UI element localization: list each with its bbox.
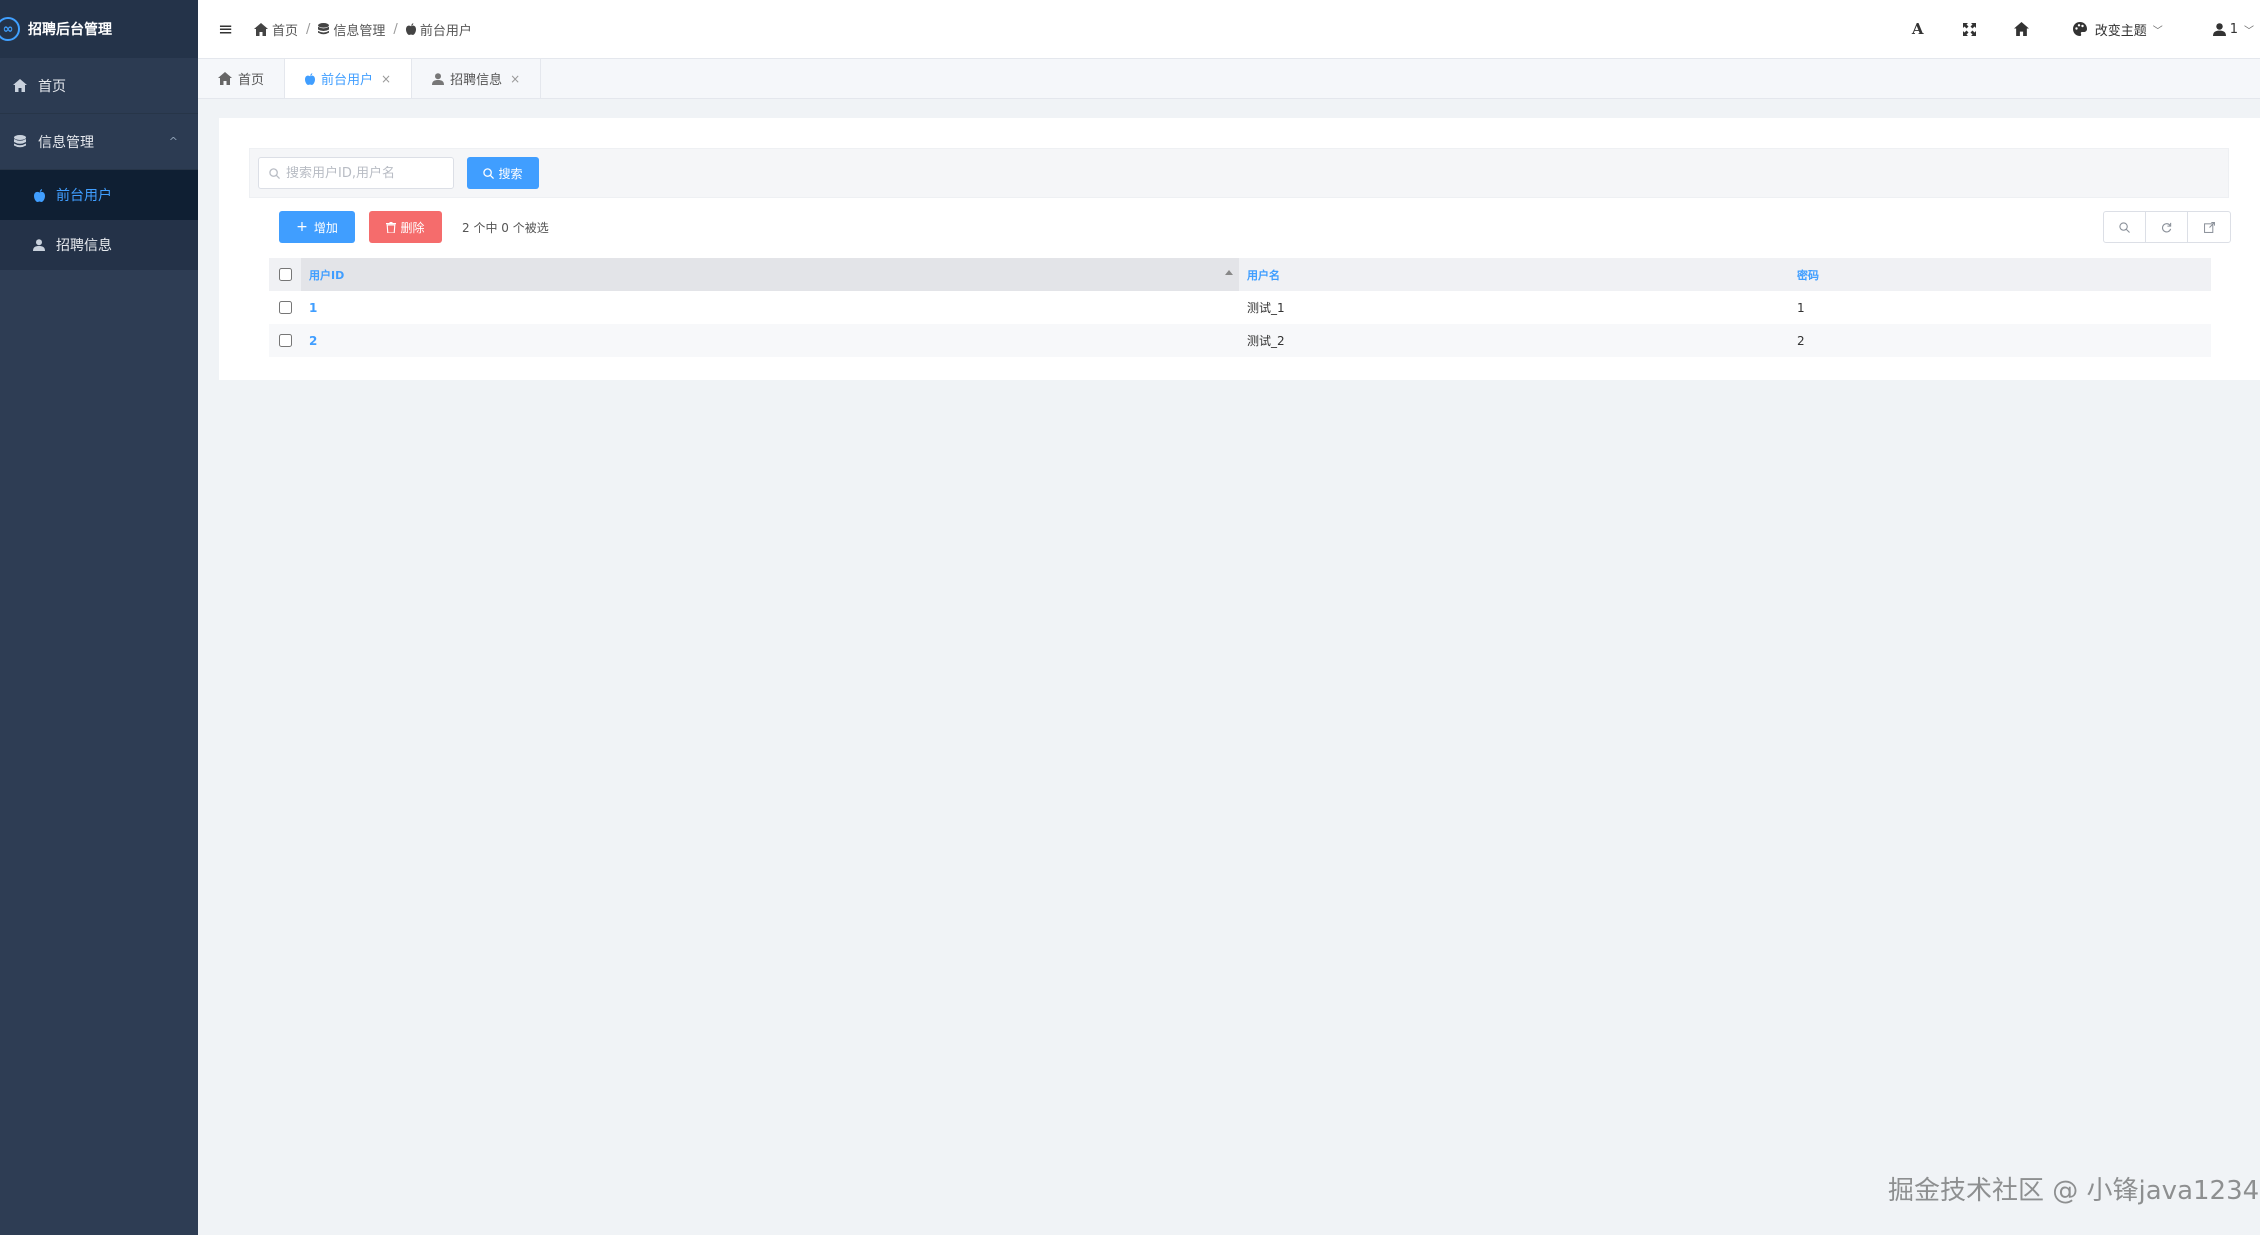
table-header-row: 用户ID 用户名 密码 (269, 258, 2211, 291)
sidebar-item-label: 首页 (38, 78, 66, 95)
column-header-password[interactable]: 密码 (1789, 258, 2211, 291)
tab-recruit-info[interactable]: 招聘信息 × (412, 59, 542, 98)
column-header-user-id[interactable]: 用户ID (301, 258, 1239, 291)
watermark-text: 掘金技术社区 @ 小锋java1234 (1888, 1176, 2260, 1206)
tab-bar: 首页 前台用户 × 招聘信息 × (198, 59, 2260, 99)
brand: ∞ 招聘后台管理 (0, 0, 198, 58)
close-icon[interactable]: × (510, 72, 520, 86)
sidebar-item-label: 招聘信息 (56, 238, 112, 254)
breadcrumb-item-home[interactable]: 首页 (254, 20, 298, 39)
sidebar-item-label: 前台用户 (56, 188, 112, 204)
chevron-down-icon: ﹀ (2244, 25, 2254, 37)
home-icon (254, 22, 268, 36)
row-select-cell (269, 334, 301, 347)
search-input[interactable] (286, 165, 446, 181)
table-tools (2103, 211, 2231, 243)
search-bar: 搜索 (249, 148, 2229, 198)
infinity-logo-icon: ∞ (0, 17, 20, 41)
palette-icon (2072, 22, 2087, 36)
user-id-link[interactable]: 2 (309, 334, 317, 348)
sort-asc-icon (1225, 270, 1233, 275)
top-header: ≡ 首页 / 信息管理 / 前台用户 A 改变主题 ﹀ 1 ﹀ (198, 0, 2260, 59)
export-button[interactable] (2188, 212, 2230, 242)
chevron-down-icon: ﹀ (2152, 25, 2163, 37)
export-icon (2203, 221, 2215, 233)
change-theme-dropdown[interactable]: 改变主题 ﹀ (2072, 9, 2163, 49)
fullscreen-icon (1963, 22, 1977, 36)
user-dropdown[interactable]: 1 ﹀ (2212, 9, 2254, 49)
cell-username: 测试_1 (1247, 301, 1285, 315)
tab-label: 前台用户 (321, 73, 374, 88)
user-icon (2212, 22, 2226, 36)
row-checkbox[interactable] (278, 301, 292, 314)
home-icon (2014, 22, 2030, 36)
user-id-link[interactable]: 1 (309, 301, 317, 315)
search-icon (2119, 221, 2130, 233)
select-all-checkbox[interactable] (278, 268, 292, 281)
plus-icon: + (296, 219, 308, 235)
refresh-icon (2162, 222, 2172, 232)
fullscreen-button[interactable] (1959, 9, 1981, 49)
table-toolbar: + 增加 删除 2 个中 0 个被选 (279, 210, 2239, 244)
breadcrumb-item-info-management[interactable]: 信息管理 (318, 20, 385, 39)
trash-icon (386, 221, 397, 233)
apple-icon (305, 72, 316, 85)
close-icon[interactable]: × (381, 72, 391, 86)
app-title: 招聘后台管理 (28, 22, 112, 38)
table-row[interactable]: 1 测试_1 1 (269, 291, 2211, 324)
breadcrumb-separator: / (306, 21, 311, 37)
submenu-info-management: 前台用户 招聘信息 (0, 170, 198, 270)
theme-label: 改变主题 (2094, 23, 2147, 39)
home-icon (218, 72, 232, 85)
delete-button[interactable]: 删除 (369, 211, 442, 243)
home-icon (12, 78, 28, 94)
font-size-button[interactable]: A (1907, 9, 1929, 49)
database-icon (12, 134, 28, 150)
column-header-username[interactable]: 用户名 (1239, 258, 1789, 291)
toggle-search-button[interactable] (2104, 212, 2146, 242)
user-label: 1 (2229, 21, 2238, 37)
table-row[interactable]: 2 测试_2 2 (269, 324, 2211, 357)
cell-user-id: 2 (301, 324, 1239, 357)
select-all-cell (269, 268, 301, 281)
chevron-up-icon: ^ (168, 135, 178, 148)
home-button[interactable] (2011, 9, 2033, 49)
breadcrumb: 首页 / 信息管理 / 前台用户 (254, 20, 472, 39)
tab-home[interactable]: 首页 (198, 59, 286, 98)
sidebar-item-home[interactable]: 首页 (0, 58, 198, 114)
row-checkbox[interactable] (278, 334, 292, 347)
sidebar-item-info-management[interactable]: 信息管理 ^ (0, 114, 198, 170)
app-root: ∞ 招聘后台管理 首页 信息管理 ^ 前台用户 招聘信息 ≡ 首页 / 信息管理… (0, 0, 2260, 1235)
tab-label: 首页 (238, 73, 265, 88)
header-actions: A 改变主题 ﹀ 1 ﹀ (1907, 9, 2254, 49)
breadcrumb-separator: / (393, 21, 398, 37)
sidebar-item-frontend-users[interactable]: 前台用户 (0, 170, 198, 220)
database-icon (318, 23, 330, 35)
user-icon (432, 72, 445, 85)
apple-icon (405, 23, 416, 35)
hamburger-menu-icon[interactable]: ≡ (218, 19, 236, 40)
cell-username: 测试_2 (1247, 334, 1285, 348)
row-select-cell (269, 301, 301, 314)
sidebar-item-label: 信息管理 (38, 134, 94, 151)
cell-user-id: 1 (301, 291, 1239, 324)
user-icon (32, 238, 46, 252)
tab-label: 招聘信息 (450, 73, 503, 88)
search-button[interactable]: 搜索 (467, 157, 539, 189)
search-icon (483, 167, 495, 179)
users-table: 用户ID 用户名 密码 1 测试_1 1 2 测试_2 2 (269, 258, 2211, 357)
sidebar-item-recruit-info[interactable]: 招聘信息 (0, 220, 198, 270)
main-content-card: 搜索 + 增加 删除 2 个中 0 个被选 (219, 118, 2260, 380)
add-button[interactable]: + 增加 (279, 211, 355, 243)
search-icon (269, 167, 280, 179)
search-input-wrapper[interactable] (258, 157, 454, 189)
cell-password: 1 (1797, 300, 1805, 315)
tab-frontend-users[interactable]: 前台用户 × (285, 59, 413, 98)
breadcrumb-item-frontend-users: 前台用户 (405, 20, 472, 39)
apple-icon (32, 188, 46, 202)
selected-count-text: 2 个中 0 个被选 (462, 220, 549, 235)
sidebar: ∞ 招聘后台管理 首页 信息管理 ^ 前台用户 招聘信息 (0, 0, 198, 1235)
cell-password: 2 (1797, 333, 1805, 348)
refresh-button[interactable] (2146, 212, 2188, 242)
